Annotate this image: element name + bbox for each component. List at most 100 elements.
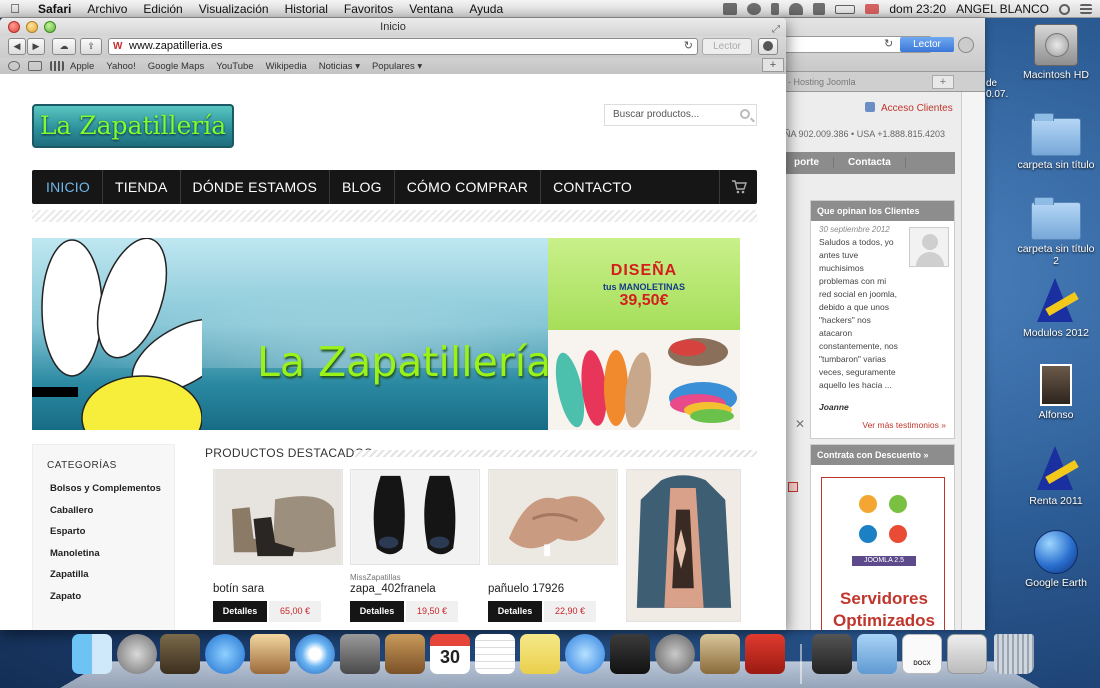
battery-icon[interactable]	[835, 4, 856, 14]
user-name[interactable]: ANGEL BLANCO	[956, 2, 1049, 16]
zoom-window-button[interactable]	[44, 21, 56, 33]
joomla-ad[interactable]: JOOMLA 2.5 Servidores Optimizados Joomla…	[821, 477, 945, 630]
nav-blog[interactable]: BLOG	[330, 170, 395, 204]
category-manoletina[interactable]: Manoletina	[50, 548, 174, 570]
menu-historial[interactable]: Historial	[277, 2, 336, 16]
background-browser-window[interactable]: ↻ Lector - Hosting Joomla + Acceso Clien…	[780, 18, 985, 630]
cart-icon[interactable]	[719, 170, 757, 204]
bg-scrollbar[interactable]	[961, 92, 985, 630]
nav-inicio[interactable]: INICIO	[32, 170, 103, 204]
volume-icon[interactable]	[813, 3, 826, 15]
desktop-icon-macintosh-hd[interactable]: Macintosh HD	[1016, 24, 1096, 81]
downloads-icon[interactable]	[758, 38, 778, 55]
details-button[interactable]: Detalles	[213, 601, 267, 622]
applications-stack-icon[interactable]	[857, 634, 897, 674]
bg-nav-soporte[interactable]: porte	[780, 157, 834, 168]
menu-edicion[interactable]: Edición	[135, 2, 190, 16]
menu-visualizacion[interactable]: Visualización	[191, 2, 277, 16]
bookmark-google-maps[interactable]: Google Maps	[142, 61, 211, 72]
wifi-icon[interactable]	[789, 3, 804, 15]
details-button[interactable]: Detalles	[488, 601, 542, 622]
menu-ayuda[interactable]: Ayuda	[461, 2, 511, 16]
apple-menu-icon[interactable]: 	[0, 1, 30, 16]
preview-icon[interactable]	[250, 634, 290, 674]
finder-icon[interactable]	[72, 634, 112, 674]
bg-reader-button[interactable]: Lector	[900, 37, 954, 52]
reader-button[interactable]: Lector	[702, 38, 752, 55]
desktop-icon-folder-1[interactable]: carpeta sin título	[1016, 113, 1096, 171]
bg-reload-icon[interactable]: ↻	[884, 37, 893, 50]
reminders-icon[interactable]	[475, 634, 515, 674]
category-esparto[interactable]: Esparto	[50, 526, 174, 548]
nav-contacto[interactable]: CONTACTO	[541, 170, 644, 204]
bg-nav-contacta[interactable]: Contacta	[834, 157, 906, 168]
bookmark-youtube[interactable]: YouTube	[210, 61, 259, 72]
notes-icon[interactable]	[520, 634, 560, 674]
close-window-button[interactable]	[8, 21, 20, 33]
contacts-icon[interactable]	[385, 634, 425, 674]
desktop-icon-google-earth[interactable]: Google Earth	[1016, 530, 1096, 589]
reload-icon[interactable]: ↻	[684, 39, 693, 54]
details-button[interactable]: Detalles	[350, 601, 404, 622]
bg-new-tab-button[interactable]: +	[932, 75, 954, 89]
docx-file-icon[interactable]: DOCX	[902, 634, 942, 674]
acrobat-icon[interactable]	[745, 634, 785, 674]
back-button[interactable]: ◀	[8, 38, 26, 55]
category-caballero[interactable]: Caballero	[50, 505, 174, 527]
product-image-cardigan[interactable]	[626, 469, 741, 622]
desktop-icon-modulos-2012[interactable]: Modulos 2012	[1016, 278, 1096, 339]
top-sites-grid-icon[interactable]	[50, 61, 64, 71]
bookmark-yahoo[interactable]: Yahoo!	[100, 61, 141, 72]
title-bar[interactable]: Inicio ⤢	[0, 18, 786, 36]
bookmark-apple[interactable]: Apple	[64, 61, 100, 72]
spotlight-icon[interactable]	[1059, 3, 1070, 15]
calendar-icon[interactable]: 30	[430, 634, 470, 674]
product-image[interactable]	[488, 469, 618, 565]
bookmarks-book-icon[interactable]	[28, 61, 42, 71]
desktop-icon-renta-2011[interactable]: Renta 2011	[1016, 446, 1096, 507]
product-name[interactable]: botín sara	[213, 583, 343, 595]
hero-banner[interactable]: La Zapatillería DISEÑA tus MANOLETINAS 3…	[32, 238, 740, 430]
iphoto-icon[interactable]	[700, 634, 740, 674]
menu-favoritos[interactable]: Favoritos	[336, 2, 401, 16]
desktop-icon-alfonso[interactable]: Alfonso	[1016, 364, 1096, 421]
bg-download-icon[interactable]	[958, 37, 974, 53]
cloud-tabs-icon[interactable]: ☁	[52, 38, 76, 55]
photo-booth-icon[interactable]	[160, 634, 200, 674]
imovie-icon[interactable]	[610, 634, 650, 674]
nav-como-comprar[interactable]: CÓMO COMPRAR	[395, 170, 542, 204]
bg-tab[interactable]: - Hosting Joomla +	[780, 72, 985, 92]
product-image[interactable]	[213, 469, 343, 565]
promo-box[interactable]: DISEÑA tus MANOLETINAS 39,50€	[548, 238, 740, 330]
site-logo[interactable]: La Zapatillería	[32, 104, 234, 148]
clock[interactable]: dom 23:20	[889, 2, 946, 16]
discount-header[interactable]: Contrata con Descuento »	[811, 445, 954, 465]
screen-icon[interactable]	[723, 3, 738, 15]
bookmark-wikipedia[interactable]: Wikipedia	[260, 61, 313, 72]
product-image[interactable]	[350, 469, 480, 565]
list-icon[interactable]	[1080, 4, 1092, 14]
time-machine-icon[interactable]	[747, 3, 762, 15]
product-search-input[interactable]: Buscar productos...	[604, 104, 757, 126]
more-testimonials-link[interactable]: Ver más testimonios »	[811, 412, 954, 438]
forward-button[interactable]: ▶	[27, 38, 45, 55]
category-bolsos[interactable]: Bolsos y Complementos	[50, 483, 174, 505]
trash-icon[interactable]	[994, 634, 1034, 674]
bluetooth-icon[interactable]	[771, 3, 780, 15]
screenshot-file-icon[interactable]	[947, 634, 987, 674]
new-tab-button[interactable]: +	[762, 58, 784, 72]
app-store-icon[interactable]	[205, 634, 245, 674]
flag-icon[interactable]	[865, 4, 880, 14]
category-zapato[interactable]: Zapato	[50, 591, 174, 613]
system-preferences-icon[interactable]	[655, 634, 695, 674]
facetime-icon[interactable]	[340, 634, 380, 674]
product-name[interactable]: pañuelo 17926	[488, 583, 618, 595]
menu-ventana[interactable]: Ventana	[401, 2, 461, 16]
nav-donde-estamos[interactable]: DÓNDE ESTAMOS	[181, 170, 330, 204]
search-icon[interactable]	[740, 109, 750, 119]
address-bar[interactable]: W www.zapatilleria.es ↻	[108, 38, 698, 55]
minimize-window-button[interactable]	[26, 21, 38, 33]
itunes-icon[interactable]	[565, 634, 605, 674]
desktop-icon-folder-2[interactable]: carpeta sin título 2	[1016, 197, 1096, 267]
category-zapatilla[interactable]: Zapatilla	[50, 569, 174, 591]
